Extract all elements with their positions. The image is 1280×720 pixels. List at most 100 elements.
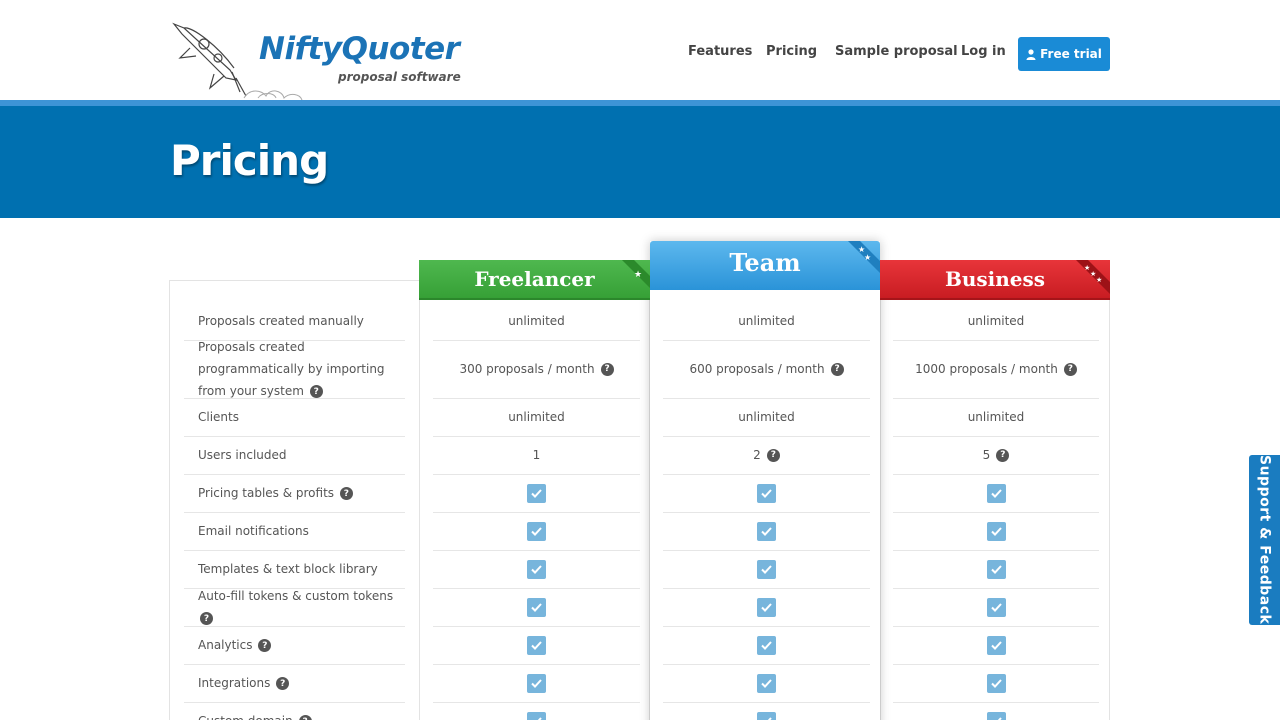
help-icon[interactable]: ? [309,385,323,398]
plan-header-freelancer: Freelancer ★ [419,260,650,300]
help-icon[interactable]: ? [258,639,272,652]
plan-value-cell [433,588,640,626]
checkmark-icon [986,635,1006,655]
plan-value-text: unlimited [508,410,565,424]
help-icon[interactable]: ? [339,487,353,500]
checkmark-icon [986,673,1006,693]
help-icon[interactable]: ? [996,448,1010,462]
nav-features[interactable]: Features [688,44,752,59]
nav-pricing[interactable]: Pricing [766,44,817,59]
help-icon[interactable]: ? [766,448,780,462]
plan-value-cell [433,550,640,588]
plan-value-cell [663,664,870,702]
support-feedback-label: Support & Feedback [1256,455,1273,625]
nav-sample-proposal[interactable]: Sample proposal [835,44,958,59]
plan-value-cell [893,550,1099,588]
plan-value-cell [663,474,870,512]
support-feedback-tab[interactable]: Support & Feedback [1249,455,1280,625]
hero-banner: Pricing [0,106,1280,218]
help-icon[interactable]: ? [276,677,290,690]
plan-value-cell [893,474,1099,512]
feature-label-text: Analytics ? [198,634,272,656]
help-icon[interactable]: ? [1063,362,1077,376]
svg-text:★: ★ [634,270,642,280]
plan-value-text: unlimited [738,410,795,424]
checkmark-icon [527,711,546,720]
star-ribbon-icon: ★ ★ ★ [1076,260,1110,294]
checkmark-icon [757,483,776,503]
plan-value-cell [663,626,870,664]
nav-login[interactable]: Log in [961,44,1006,59]
plan-value-cell [433,702,640,720]
plan-value-cell [433,626,640,664]
plan-value-cell: 2? [663,436,870,474]
plan-value-cell [893,588,1099,626]
plan-value-text: 5 [982,448,991,462]
plan-value-cell: unlimited [433,302,640,340]
plan-value-cell: 1 [433,436,640,474]
feature-label-text: Custom domain ? [198,710,312,720]
help-icon[interactable]: ? [298,715,312,720]
checkmark-icon [986,483,1006,503]
plan-header-team: Team ★ ★ [650,241,880,290]
plan-value-cell: 300 proposals / month? [433,340,640,398]
free-trial-button[interactable]: Free trial [1018,37,1110,71]
plan-value-cell [433,664,640,702]
checkmark-icon [757,711,776,720]
free-trial-label: Free trial [1040,47,1102,61]
plan-value-text: 1 [532,448,541,462]
checkmark-icon [757,635,776,655]
feature-label: Pricing tables & profits ? [198,474,408,512]
plan-value-cell: unlimited [663,302,870,340]
page-title: Pricing [170,136,329,185]
plan-value-cell [893,664,1099,702]
brand-tagline: proposal software [338,70,461,84]
checkmark-icon [527,521,546,541]
feature-label: Proposals created manually [198,302,408,340]
plan-value-cell [893,512,1099,550]
feature-label-text: Email notifications [198,524,309,538]
feature-label-text: Templates & text block library [198,562,378,576]
feature-label-text: Users included [198,448,287,462]
plan-value-cell: 5? [893,436,1099,474]
plan-value-text: 2 [753,448,761,462]
brand-name: NiftyQuoter [259,31,460,67]
plan-value-text: unlimited [967,314,1025,328]
plan-value-cell [893,702,1099,720]
svg-text:★: ★ [864,253,871,262]
plan-value-cell [663,702,870,720]
plan-value-cell [433,512,640,550]
feature-label-text: Pricing tables & profits ? [198,482,353,504]
feature-label-text: Clients [198,410,239,424]
checkmark-icon [757,521,776,541]
checkmark-icon [757,597,776,617]
plan-value-cell: unlimited [433,398,640,436]
checkmark-icon [986,521,1006,541]
help-icon[interactable]: ? [830,362,844,376]
plan-value-text: 600 proposals / month [689,362,825,376]
plan-value-text: unlimited [508,314,565,328]
plan-value-cell: unlimited [893,398,1099,436]
plan-value-cell [433,474,640,512]
feature-label-text: Proposals created manually [198,314,364,328]
plan-value-cell [663,550,870,588]
feature-label: Users included [198,436,408,474]
plan-name: Business [944,267,1046,291]
plan-value-text: unlimited [967,410,1025,424]
feature-label-text: Proposals created programmatically by im… [198,340,385,398]
plan-value-cell [663,588,870,626]
plan-value-text: 300 proposals / month [459,362,595,376]
plan-name: Freelancer [474,267,595,291]
feature-label: Auto-fill tokens & custom tokens ? [198,588,408,626]
feature-label: Analytics ? [198,626,408,664]
help-icon[interactable]: ? [200,612,213,625]
checkmark-icon [986,597,1006,617]
site-header: NiftyQuoter proposal software Features P… [0,0,1280,100]
feature-label: Proposals created programmatically by im… [198,340,408,398]
checkmark-icon [527,597,546,617]
help-icon[interactable]: ? [600,362,614,376]
plan-value-text: 1000 proposals / month [915,362,1058,376]
plan-value-text: unlimited [738,314,795,328]
brand-logo[interactable]: NiftyQuoter proposal software [170,18,461,100]
svg-text:★: ★ [1096,276,1102,284]
